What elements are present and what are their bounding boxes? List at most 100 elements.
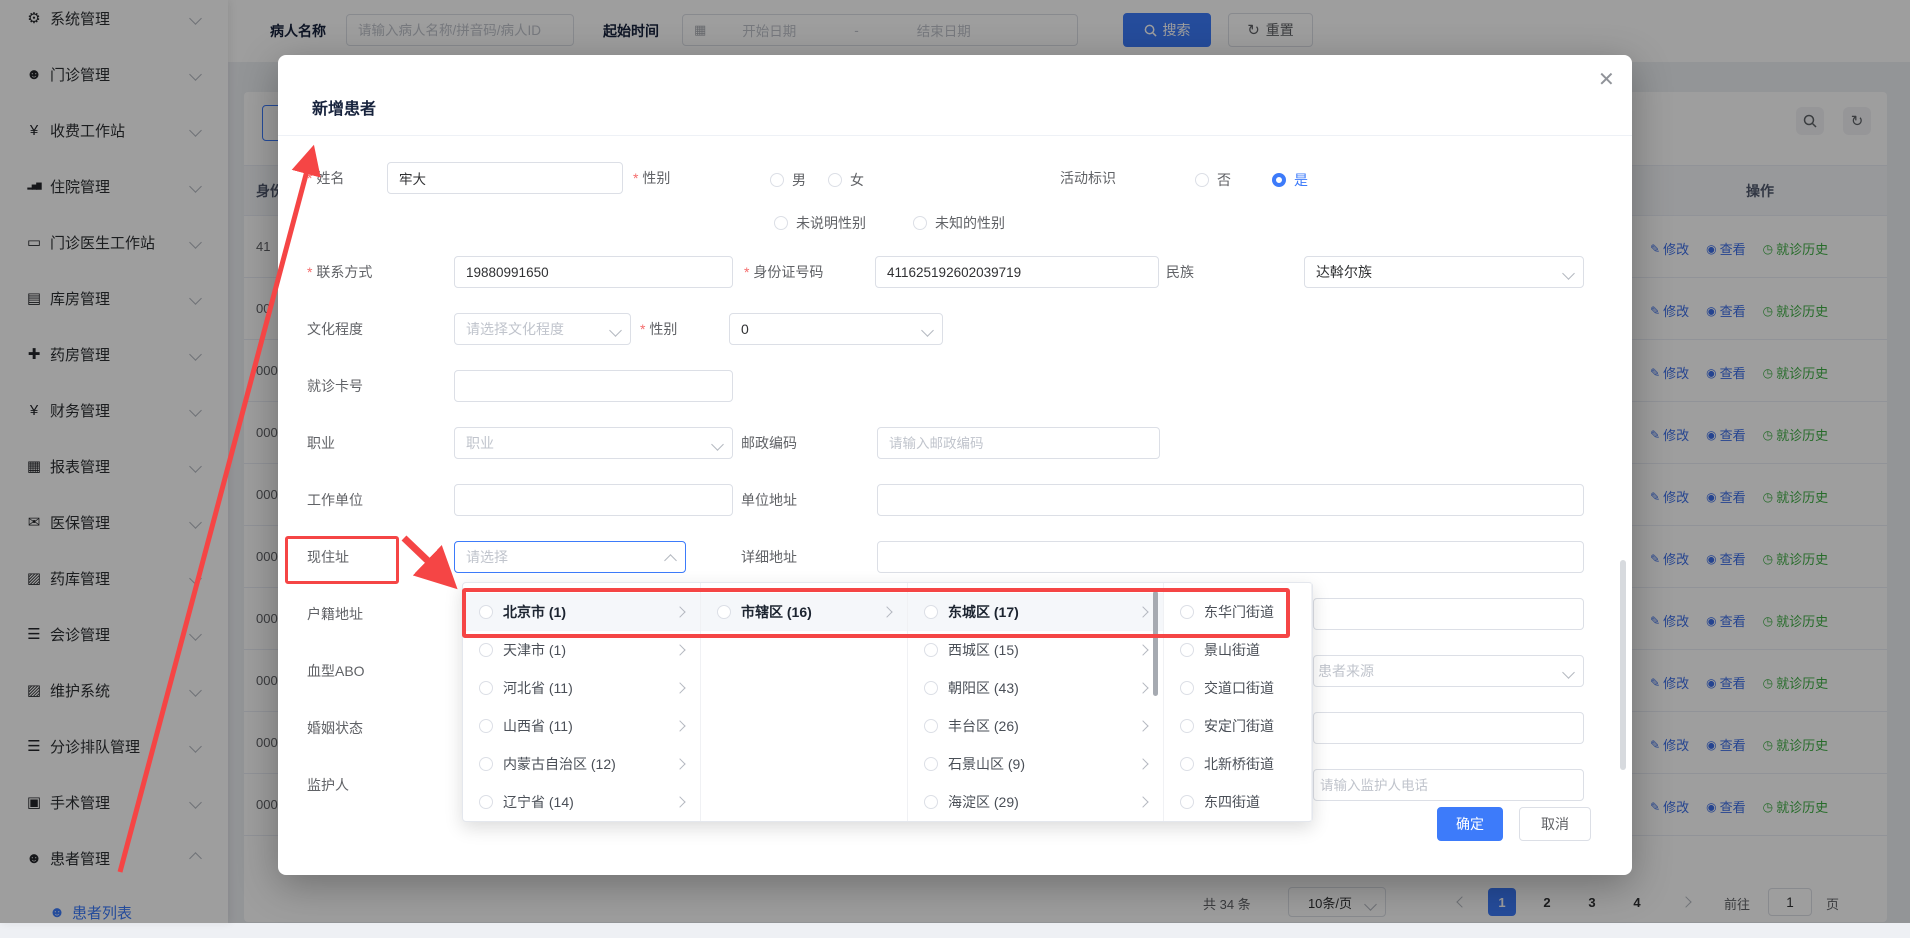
radio-icon[interactable] bbox=[479, 681, 493, 695]
cascader-option-label: 河北省 (11) bbox=[503, 678, 573, 698]
radio-icon[interactable] bbox=[924, 795, 938, 809]
radio-icon[interactable] bbox=[479, 605, 493, 619]
cascader-option-label: 东城区 (17) bbox=[948, 602, 1019, 622]
card-no-input[interactable] bbox=[454, 370, 733, 402]
work-unit-input[interactable] bbox=[454, 484, 733, 516]
cascader-district-column: 东城区 (17) 西城区 (15) 朝阳区 (43) 丰台区 (26) 石景山区 (9)… bbox=[908, 583, 1164, 821]
radio-icon[interactable] bbox=[924, 757, 938, 771]
cascader-option[interactable]: 朝阳区 (43) bbox=[908, 669, 1163, 707]
cascader-option[interactable]: 山西省 (11) bbox=[463, 707, 700, 745]
chevron-down-icon bbox=[921, 324, 934, 337]
postal-input[interactable] bbox=[877, 427, 1160, 459]
cascader-option[interactable]: 北京市 (1) bbox=[463, 593, 700, 631]
radio-icon[interactable] bbox=[1180, 643, 1194, 657]
contact-label: 联系方式 bbox=[307, 261, 372, 283]
radio-icon[interactable] bbox=[1195, 173, 1209, 187]
radio-icon[interactable] bbox=[1180, 795, 1194, 809]
chevron-right-icon bbox=[674, 796, 685, 807]
education-select[interactable]: 请选择文化程度 bbox=[454, 313, 631, 345]
gender-unstated-radio[interactable]: 未说明性别 bbox=[774, 213, 866, 233]
cascader-option[interactable]: 景山街道 bbox=[1164, 631, 1311, 669]
cascader-scrollbar[interactable] bbox=[1153, 591, 1158, 696]
cancel-button[interactable]: 取消 bbox=[1519, 807, 1591, 841]
cascader-option[interactable]: 石景山区 (9) bbox=[908, 745, 1163, 783]
confirm-button[interactable]: 确定 bbox=[1437, 807, 1503, 841]
current-address-label: 现住址 bbox=[307, 546, 349, 568]
occupation-select[interactable]: 职业 bbox=[454, 427, 733, 459]
cascader-option[interactable]: 内蒙古自治区 (12) bbox=[463, 745, 700, 783]
cascader-street-column: 东华门街道景山街道交道口街道安定门街道北新桥街道东四街道 bbox=[1164, 583, 1312, 821]
id-number-input[interactable] bbox=[875, 256, 1159, 288]
cascader-option[interactable]: 东华门街道 bbox=[1164, 593, 1311, 631]
radio-selected-icon[interactable] bbox=[1272, 173, 1286, 187]
gender2-select[interactable]: 0 bbox=[729, 313, 943, 345]
radio-icon[interactable] bbox=[479, 795, 493, 809]
guardian-phone-input[interactable] bbox=[1313, 769, 1584, 801]
radio-icon[interactable] bbox=[479, 757, 493, 771]
radio-icon[interactable] bbox=[774, 216, 788, 230]
education-label: 文化程度 bbox=[307, 318, 363, 340]
cascader-option-label: 丰台区 (26) bbox=[948, 716, 1019, 736]
close-icon[interactable]: ✕ bbox=[1594, 63, 1619, 96]
chevron-right-icon bbox=[1137, 682, 1148, 693]
radio-icon[interactable] bbox=[479, 643, 493, 657]
unit-address-input[interactable] bbox=[877, 484, 1584, 516]
modal-scrollbar[interactable] bbox=[1620, 560, 1626, 770]
gender-label: 性别 bbox=[633, 167, 670, 189]
cascader-option[interactable]: 海淀区 (29) bbox=[908, 783, 1163, 821]
cascader-option[interactable]: 丰台区 (26) bbox=[908, 707, 1163, 745]
cascader-option[interactable]: 市辖区 (16) bbox=[701, 593, 907, 631]
radio-icon[interactable] bbox=[924, 605, 938, 619]
cascader-option[interactable]: 北新桥街道 bbox=[1164, 745, 1311, 783]
cascader-option-label: 西城区 (15) bbox=[948, 640, 1019, 660]
household-address-input[interactable] bbox=[1313, 598, 1584, 630]
radio-icon[interactable] bbox=[479, 719, 493, 733]
radio-icon[interactable] bbox=[924, 643, 938, 657]
radio-icon[interactable] bbox=[770, 173, 784, 187]
chevron-down-icon bbox=[1562, 267, 1575, 280]
ethnicity-select[interactable]: 达斡尔族 bbox=[1304, 256, 1584, 288]
chevron-right-icon bbox=[674, 720, 685, 731]
cascader-option[interactable]: 东四街道 bbox=[1164, 783, 1311, 821]
gender-unknown-radio[interactable]: 未知的性别 bbox=[913, 213, 1005, 233]
chevron-right-icon bbox=[674, 606, 685, 617]
cascader-option[interactable]: 河北省 (11) bbox=[463, 669, 700, 707]
chevron-up-icon bbox=[664, 554, 677, 567]
radio-icon[interactable] bbox=[1180, 719, 1194, 733]
radio-icon[interactable] bbox=[1180, 681, 1194, 695]
modal-header-divider bbox=[278, 135, 1632, 136]
cascader-option-label: 朝阳区 (43) bbox=[948, 678, 1019, 698]
household-label: 户籍地址 bbox=[307, 603, 363, 625]
gender-female-radio[interactable]: 女 bbox=[828, 170, 864, 190]
gender-male-radio[interactable]: 男 bbox=[770, 170, 806, 190]
radio-icon[interactable] bbox=[924, 719, 938, 733]
cascader-option[interactable]: 安定门街道 bbox=[1164, 707, 1311, 745]
cascader-option[interactable]: 交道口街道 bbox=[1164, 669, 1311, 707]
cascader-option[interactable]: 西城区 (15) bbox=[908, 631, 1163, 669]
radio-icon[interactable] bbox=[924, 681, 938, 695]
postal-label: 邮政编码 bbox=[741, 432, 797, 454]
radio-icon[interactable] bbox=[1180, 757, 1194, 771]
unit-address-label: 单位地址 bbox=[741, 489, 797, 511]
detail-address-input[interactable] bbox=[877, 541, 1584, 573]
active-flag-yes-radio[interactable]: 是 bbox=[1272, 170, 1308, 190]
cascader-option[interactable]: 天津市 (1) bbox=[463, 631, 700, 669]
cascader-option[interactable]: 辽宁省 (14) bbox=[463, 783, 700, 821]
radio-icon[interactable] bbox=[717, 605, 731, 619]
name-input[interactable] bbox=[387, 162, 623, 194]
add-patient-modal: 新增患者 ✕ 姓名 性别 男 女 活动标识 否 是 未说明性别 未知的性别 联系… bbox=[278, 55, 1632, 875]
radio-icon[interactable] bbox=[1180, 605, 1194, 619]
contact-input[interactable] bbox=[454, 256, 733, 288]
work-unit-label: 工作单位 bbox=[307, 489, 363, 511]
blood-type-label: 血型ABO bbox=[307, 660, 365, 682]
active-flag-no-radio[interactable]: 否 bbox=[1195, 170, 1231, 190]
patient-source-select[interactable]: 患者来源 bbox=[1313, 655, 1584, 687]
current-address-cascader[interactable]: 请选择 bbox=[454, 541, 686, 573]
chevron-right-icon bbox=[1137, 758, 1148, 769]
card-no-label: 就诊卡号 bbox=[307, 375, 363, 397]
radio-icon[interactable] bbox=[828, 173, 842, 187]
radio-icon[interactable] bbox=[913, 216, 927, 230]
cascader-option-label: 交道口街道 bbox=[1204, 678, 1274, 698]
cascader-option[interactable]: 东城区 (17) bbox=[908, 593, 1163, 631]
marital-right-input[interactable] bbox=[1313, 712, 1584, 744]
